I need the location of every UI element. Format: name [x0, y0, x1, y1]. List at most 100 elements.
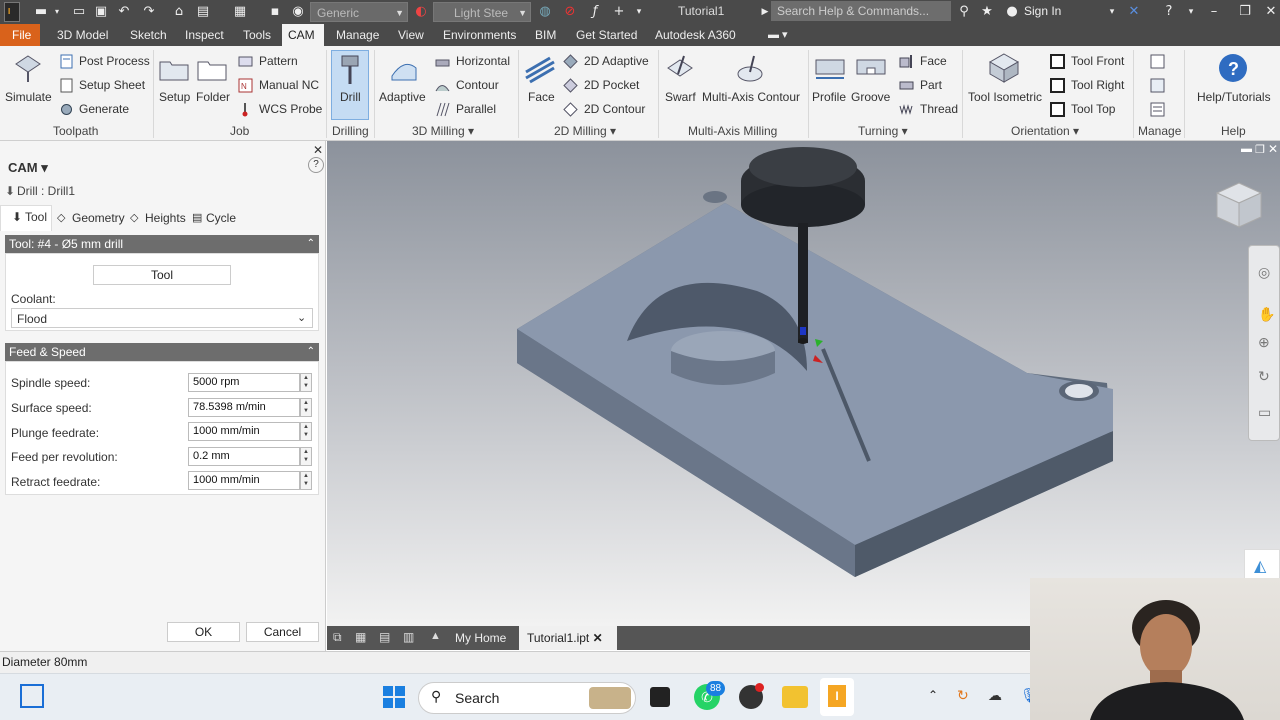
help-tutorials-button[interactable]: Help/Tutorials: [1197, 90, 1271, 104]
help-search-input[interactable]: Search Help & Commands...: [771, 1, 951, 21]
tile-icon[interactable]: ▦: [355, 630, 366, 644]
profile-button[interactable]: Profile: [812, 90, 846, 104]
wcs-probe-button[interactable]: WCS Probe: [259, 102, 322, 116]
help-icon[interactable]: ?: [308, 157, 324, 173]
close-icon[interactable]: ✕: [1262, 3, 1280, 21]
dropdown-icon[interactable]: ▾: [48, 3, 66, 21]
2d-adaptive-button[interactable]: 2D Adaptive: [584, 54, 649, 68]
turning-face-button[interactable]: Face: [920, 54, 947, 68]
panel-title[interactable]: CAM ▾: [8, 160, 48, 176]
orientation-group-label[interactable]: Orientation ▾: [1011, 124, 1079, 138]
viewport-restore-icon[interactable]: ❐: [1255, 143, 1265, 156]
select-icon[interactable]: ▦: [231, 3, 249, 21]
retract-feedrate-stepper[interactable]: ▲ ▼: [300, 471, 312, 490]
zoom-icon[interactable]: ⊕: [1258, 334, 1270, 351]
start-icon[interactable]: [382, 685, 406, 709]
tab-my-home[interactable]: My Home: [447, 626, 514, 650]
adjust-icon[interactable]: ◍: [536, 3, 554, 21]
save-icon[interactable]: ▣: [92, 3, 110, 21]
adaptive-button[interactable]: Adaptive: [379, 90, 426, 104]
appearance-dropdown[interactable]: Light Stee ▼: [433, 2, 531, 22]
pattern-button[interactable]: Pattern: [259, 54, 298, 68]
tool-select-button[interactable]: Tool: [93, 265, 231, 285]
thread-button[interactable]: Thread: [920, 102, 958, 116]
post-process-button[interactable]: Post Process: [79, 54, 150, 68]
camera-dropdown-icon[interactable]: ▬ ▾: [762, 24, 794, 46]
setup-button[interactable]: Setup: [159, 90, 190, 104]
3d-milling-group-label[interactable]: 3D Milling ▾: [412, 124, 474, 138]
sync-icon[interactable]: ↻: [957, 687, 969, 704]
tab-geometry[interactable]: Geometry: [72, 211, 125, 225]
orbit-icon[interactable]: ↻: [1258, 368, 1270, 385]
spindle-speed-stepper[interactable]: ▲ ▼: [300, 373, 312, 392]
function-icon[interactable]: ƒ: [586, 3, 604, 21]
horizontal-button[interactable]: Horizontal: [456, 54, 510, 68]
redo-icon[interactable]: ↷: [140, 3, 158, 21]
post-library-icon[interactable]: [1150, 78, 1165, 93]
home-icon[interactable]: ⌂: [170, 3, 188, 21]
swarf-button[interactable]: Swarf: [665, 90, 696, 104]
minimize-icon[interactable]: –: [1205, 3, 1223, 21]
chevron-up-icon[interactable]: ⌃: [928, 688, 938, 702]
contour-button[interactable]: Contour: [456, 78, 499, 92]
open-icon[interactable]: ▭: [70, 3, 88, 21]
generate-button[interactable]: Generate: [79, 102, 129, 116]
star-icon[interactable]: ★: [978, 3, 996, 21]
groove-button[interactable]: Groove: [851, 90, 890, 104]
globe-icon[interactable]: ◉: [289, 3, 307, 21]
plunge-feedrate-stepper[interactable]: ▲ ▼: [300, 422, 312, 441]
2d-milling-group-label[interactable]: 2D Milling ▾: [554, 124, 616, 138]
dropdown-icon[interactable]: ▾: [1182, 3, 1200, 21]
tool-top-button[interactable]: Tool Top: [1071, 102, 1115, 116]
binoculars-icon[interactable]: ⚲: [955, 3, 973, 21]
tile-vertical-icon[interactable]: ▥: [403, 630, 414, 644]
tab-cam[interactable]: CAM: [282, 24, 324, 46]
surface-speed-stepper[interactable]: ▲ ▼: [300, 398, 312, 417]
tab-tutorial1-ipt[interactable]: Tutorial1.ipt ✕: [519, 626, 617, 650]
turning-group-label[interactable]: Turning ▾: [858, 124, 908, 138]
tool-right-button[interactable]: Tool Right: [1071, 78, 1124, 92]
cascade-icon[interactable]: ⧉: [333, 630, 342, 645]
surface-speed-input[interactable]: 78.5398 m/min: [188, 398, 300, 417]
viewcube-icon[interactable]: [1211, 177, 1267, 233]
part-model[interactable]: [327, 141, 1280, 626]
cancel-button[interactable]: Cancel: [246, 622, 319, 642]
parallel-button[interactable]: Parallel: [456, 102, 496, 116]
folder-button[interactable]: Folder: [196, 90, 230, 104]
exchange-icon[interactable]: ✕: [1125, 3, 1143, 21]
steering-wheel-icon[interactable]: ◎: [1258, 264, 1270, 281]
tool-isometric-button[interactable]: Tool Isometric: [968, 90, 1042, 104]
close-icon[interactable]: ✕: [313, 143, 323, 157]
tab-sketch[interactable]: Sketch: [124, 24, 173, 46]
feed-per-revolution-input[interactable]: 0.2 mm: [188, 447, 300, 466]
clear-appearance-icon[interactable]: ⊘: [561, 3, 579, 21]
tool-section-header[interactable]: Tool: #4 - Ø5 mm drill ⌃: [5, 235, 319, 253]
tab-3d-model[interactable]: 3D Model: [51, 24, 114, 46]
inventor-taskbar-item[interactable]: I: [820, 678, 854, 716]
viewport-close-icon[interactable]: ✕: [1268, 142, 1278, 156]
task-view-icon[interactable]: [650, 687, 670, 707]
arrange-up-icon[interactable]: ▲: [430, 630, 441, 642]
pan-icon[interactable]: ✋: [1258, 306, 1275, 323]
feed-speed-section-header[interactable]: Feed & Speed ⌃: [5, 343, 319, 361]
tab-manage[interactable]: Manage: [330, 24, 385, 46]
look-at-icon[interactable]: ▭: [1258, 404, 1271, 421]
tab-heights[interactable]: Heights: [145, 211, 186, 225]
customize-icon[interactable]: ▾: [630, 3, 648, 21]
tab-autodesk-a360[interactable]: Autodesk A360: [649, 24, 742, 46]
part-button[interactable]: Part: [920, 78, 942, 92]
tab-inspect[interactable]: Inspect: [179, 24, 230, 46]
plunge-feedrate-input[interactable]: 1000 mm/min: [188, 422, 300, 441]
coolant-select[interactable]: Flood ⌄: [11, 308, 313, 328]
multi-axis-contour-button[interactable]: Multi-Axis Contour: [702, 90, 800, 104]
2d-contour-button[interactable]: 2D Contour: [584, 102, 645, 116]
tab-view[interactable]: View: [392, 24, 430, 46]
cloud-icon[interactable]: ☁: [988, 687, 1002, 704]
manual-nc-button[interactable]: Manual NC: [259, 78, 319, 92]
undo-icon[interactable]: ↶: [115, 3, 133, 21]
2d-pocket-button[interactable]: 2D Pocket: [584, 78, 639, 92]
measure-icon[interactable]: ▪: [266, 3, 284, 21]
tab-file[interactable]: File: [0, 24, 40, 46]
feed-per-revolution-stepper[interactable]: ▲ ▼: [300, 447, 312, 466]
help-icon[interactable]: ?: [1160, 3, 1178, 21]
